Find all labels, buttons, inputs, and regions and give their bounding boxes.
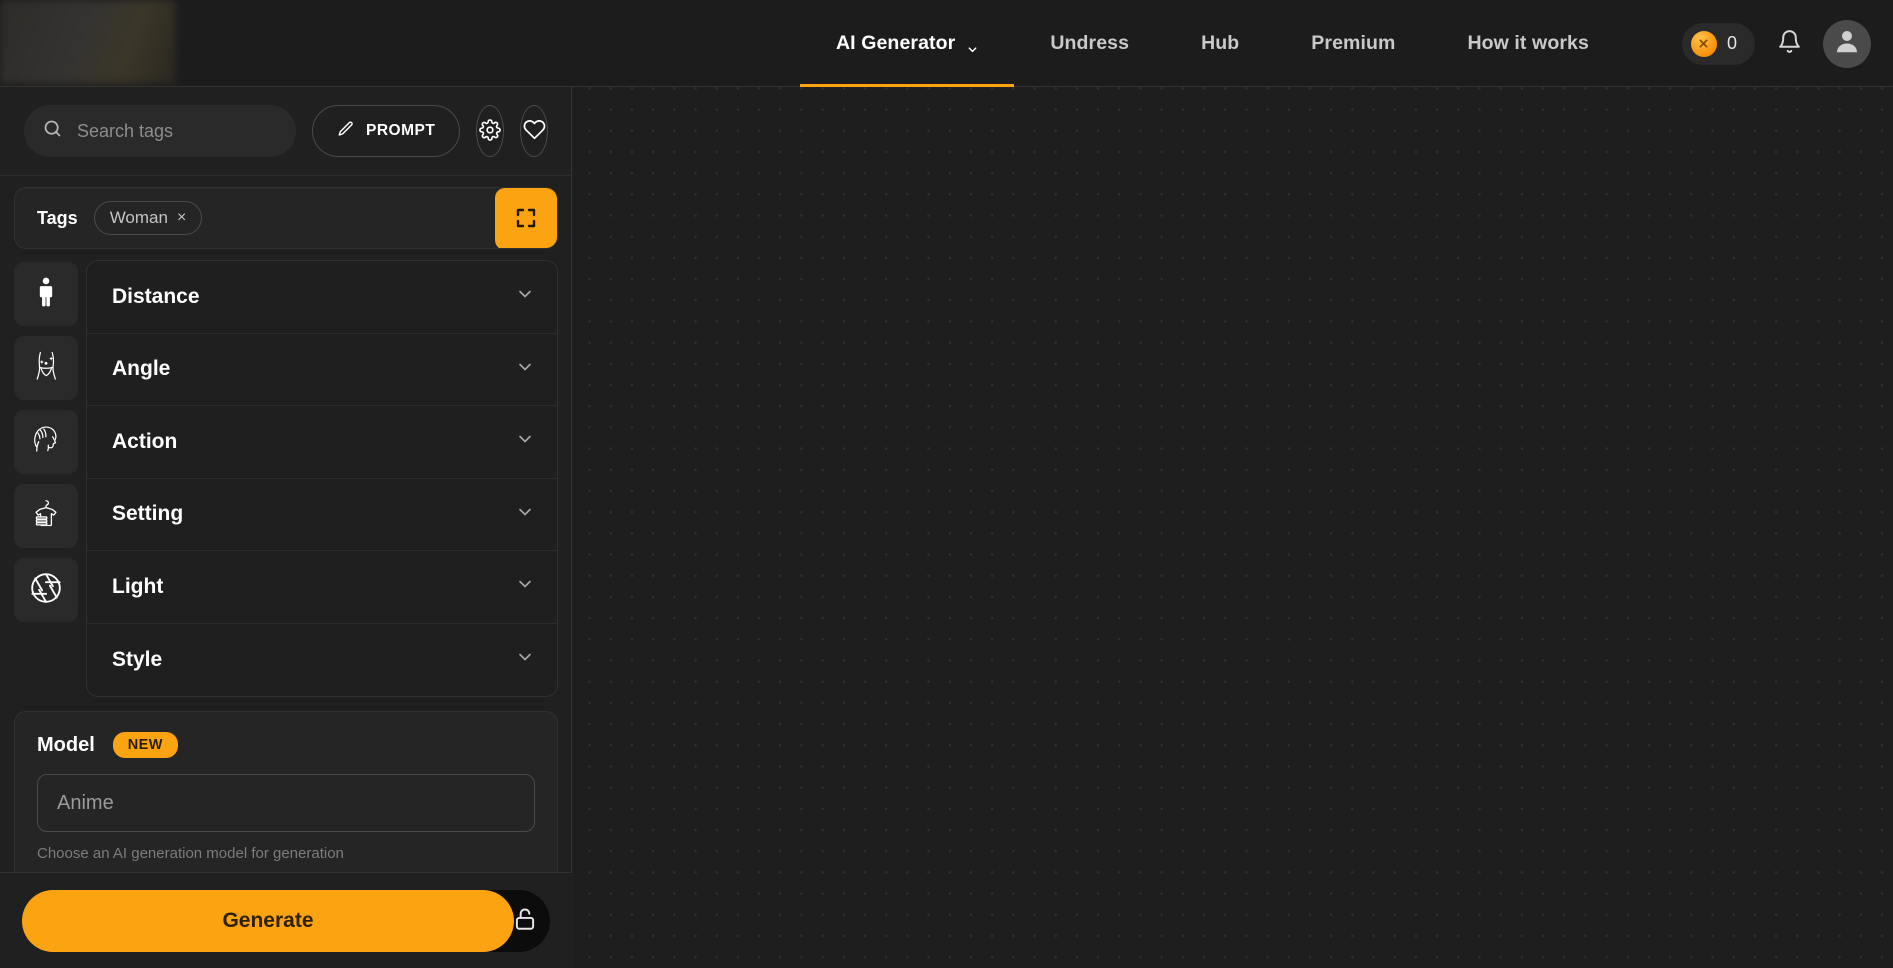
generate-button-group: Generate xyxy=(22,889,550,952)
top-header: AI Generator Undress Hub Premium How it … xyxy=(0,0,1893,87)
nav-label: AI Generator xyxy=(836,32,956,54)
camera-aperture-icon-button[interactable] xyxy=(14,558,78,622)
body-torso-icon xyxy=(28,348,64,389)
nav-item-hub[interactable]: Hub xyxy=(1165,0,1275,87)
face-profile-icon xyxy=(28,422,64,463)
accordion-label: Angle xyxy=(112,357,171,381)
sidebar-footer: Generate xyxy=(0,872,572,968)
nav-item-premium[interactable]: Premium xyxy=(1275,0,1431,87)
tag-category-accordion: Distance Angle Action Setting Light Styl… xyxy=(86,260,558,697)
tag-chip-woman[interactable]: Woman × xyxy=(93,201,203,235)
prompt-button-label: PROMPT xyxy=(366,122,436,139)
tags-label: Tags xyxy=(37,207,78,228)
favorites-button[interactable] xyxy=(520,105,548,157)
person-standing-icon xyxy=(29,275,63,314)
notification-bell-icon xyxy=(1777,29,1802,59)
prompt-button[interactable]: PROMPT xyxy=(312,105,461,157)
new-badge: NEW xyxy=(112,732,178,758)
sidebar-scroll-area[interactable]: PROMPT xyxy=(0,87,572,872)
close-icon[interactable]: × xyxy=(177,210,186,226)
nav-label: How it works xyxy=(1467,32,1589,54)
tags-bar: Tags Woman × xyxy=(14,187,558,249)
accordion-label: Setting xyxy=(112,502,184,526)
accordion-item-setting[interactable]: Setting xyxy=(87,479,557,551)
model-label: Model xyxy=(37,733,95,756)
chevron-down-icon xyxy=(515,647,535,672)
model-section: Model NEW Anime Choose an AI generation … xyxy=(14,711,558,872)
accordion-item-action[interactable]: Action xyxy=(87,406,557,479)
chevron-down-icon xyxy=(515,574,535,599)
model-header: Model NEW xyxy=(37,732,535,758)
coin-balance-button[interactable]: 0 xyxy=(1681,22,1755,65)
camera-aperture-icon xyxy=(28,570,64,611)
nav-item-how-it-works[interactable]: How it works xyxy=(1431,0,1624,87)
search-icon xyxy=(42,118,63,144)
tag-categories-section: Distance Angle Action Setting Light Styl… xyxy=(14,260,558,697)
accordion-item-distance[interactable]: Distance xyxy=(87,261,557,334)
model-hint: Choose an AI generation model for genera… xyxy=(37,845,344,862)
header-actions: 0 xyxy=(1681,0,1871,87)
avatar[interactable] xyxy=(1823,19,1871,68)
nav-label: Undress xyxy=(1050,32,1130,54)
clothing-hanger-icon xyxy=(28,496,64,537)
person-standing-icon-button[interactable] xyxy=(14,262,78,326)
expand-tags-button[interactable] xyxy=(495,188,557,248)
padlock-open-icon xyxy=(512,906,538,935)
chevron-down-icon xyxy=(967,38,978,53)
nav-label: Premium xyxy=(1311,32,1396,54)
left-sidebar: PROMPT xyxy=(0,87,572,968)
accordion-item-angle[interactable]: Angle xyxy=(87,334,557,406)
nav-item-undress[interactable]: Undress xyxy=(1014,0,1165,87)
clothing-hanger-icon-button[interactable] xyxy=(14,484,78,548)
pencil-icon xyxy=(337,120,355,143)
accordion-label: Light xyxy=(112,574,164,598)
user-avatar-icon xyxy=(1832,26,1862,61)
gear-icon xyxy=(479,118,502,144)
chevron-down-icon xyxy=(515,284,535,309)
generate-button[interactable]: Generate xyxy=(22,889,514,952)
settings-button[interactable] xyxy=(476,105,505,157)
category-icon-rail xyxy=(14,260,78,697)
search-tags-box[interactable] xyxy=(24,105,296,157)
tag-chip-label: Woman xyxy=(109,208,168,227)
nav-label: Hub xyxy=(1201,32,1240,54)
model-select[interactable]: Anime xyxy=(37,774,535,832)
search-input[interactable] xyxy=(77,120,278,142)
fullscreen-expand-icon xyxy=(514,206,538,233)
notification-bell-button[interactable] xyxy=(1769,24,1809,64)
coin-count: 0 xyxy=(1726,33,1737,53)
accordion-item-style[interactable]: Style xyxy=(87,624,557,697)
body-torso-icon-button[interactable] xyxy=(14,336,78,400)
accordion-label: Style xyxy=(112,647,163,671)
nav-item-ai-generator[interactable]: AI Generator xyxy=(800,0,1015,87)
main-nav: AI Generator Undress Hub Premium How it … xyxy=(800,0,1625,87)
chevron-down-icon xyxy=(515,357,535,382)
coin-icon xyxy=(1690,30,1717,57)
search-toolbar: PROMPT xyxy=(0,87,572,176)
heart-icon xyxy=(523,118,546,144)
accordion-label: Action xyxy=(112,429,178,453)
generation-canvas[interactable] xyxy=(573,87,1893,968)
accordion-label: Distance xyxy=(112,284,200,308)
chevron-down-icon xyxy=(515,502,535,527)
accordion-item-light[interactable]: Light xyxy=(87,551,557,624)
app-root: AI Generator Undress Hub Premium How it … xyxy=(0,0,1893,968)
face-profile-icon-button[interactable] xyxy=(14,410,78,474)
site-logo-blurred[interactable] xyxy=(0,0,176,84)
chevron-down-icon xyxy=(515,429,535,454)
